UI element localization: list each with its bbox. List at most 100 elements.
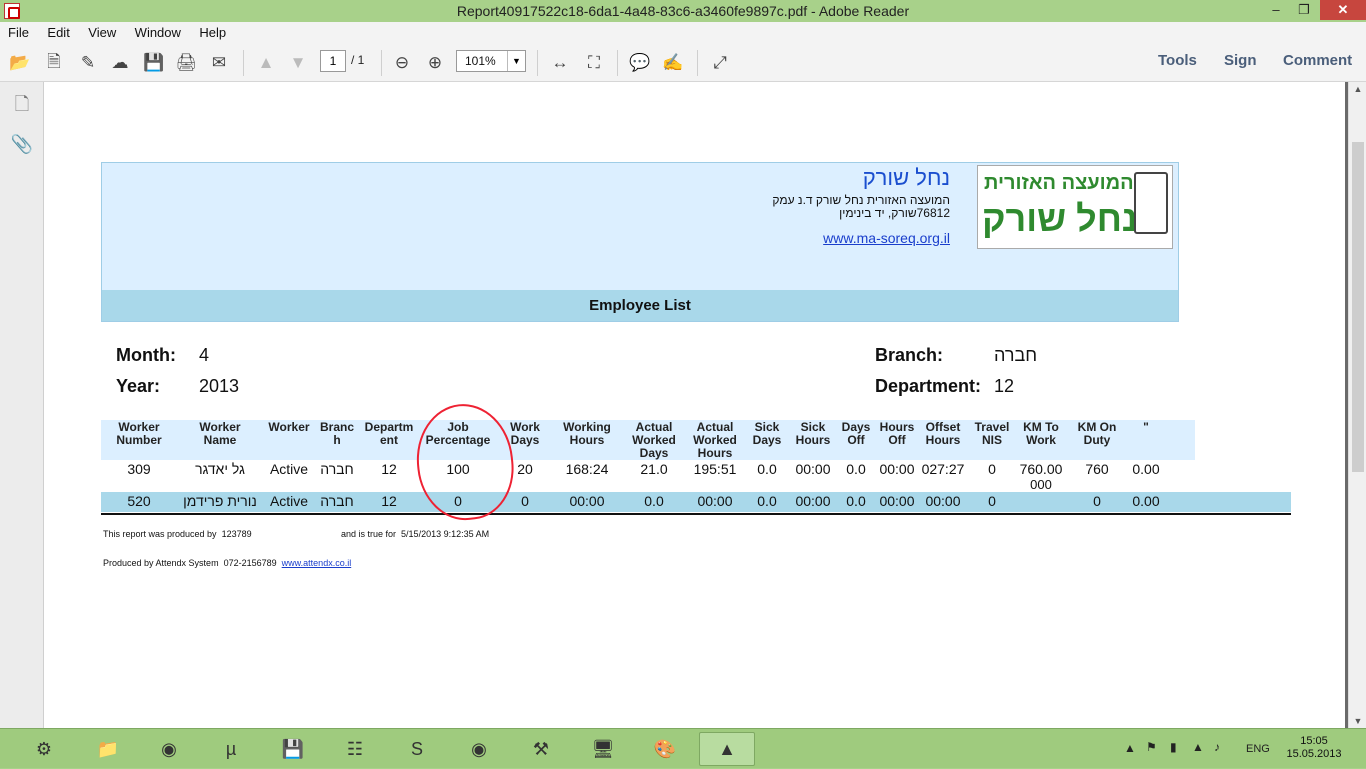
floppy-icon[interactable]: 💾 — [265, 732, 321, 766]
month-label: Month: — [116, 345, 176, 365]
window-title: Report40917522c18-6da1-4a48-83c6-a3460fe… — [456, 3, 910, 19]
zoom-value: 101% — [465, 54, 496, 68]
navigation-panel: 🗋 📎 — [0, 82, 44, 728]
full-screen-icon[interactable]: ⤢ — [708, 51, 732, 75]
edit-pdf-icon[interactable]: ✎ — [76, 51, 100, 75]
batman-icon[interactable]: ◉ — [451, 732, 507, 766]
year-label: Year: — [116, 376, 161, 396]
scroll-down-icon[interactable]: ▼ — [1349, 716, 1366, 726]
report-title-band: Employee List — [102, 290, 1178, 321]
table-cell: 12 — [381, 493, 397, 509]
column-header: Worker Number — [116, 420, 162, 447]
action-center-icon[interactable]: ⚑ — [1146, 740, 1157, 754]
create-pdf-icon[interactable]: 🗎 — [42, 51, 66, 75]
chevron-down-icon[interactable]: ▼ — [507, 51, 525, 71]
minimize-button[interactable]: – — [1262, 0, 1290, 20]
zoom-in-icon[interactable]: ⊕ — [423, 51, 447, 75]
tools-app-icon[interactable]: ⚒ — [513, 732, 569, 766]
file-explorer-icon[interactable]: 📁 — [80, 732, 136, 766]
department-label: Department: — [875, 376, 982, 396]
emblem-icon — [1134, 172, 1168, 234]
email-icon[interactable]: ✉ — [207, 51, 231, 75]
report-header: נחל שורק המועצה האזורית נחל שורק ד.נ עמק… — [101, 162, 1179, 322]
table-row: 520 נורית פרידמן Active חברה 12 0 0 00:00 0.0 00:… — [101, 492, 1291, 512]
menu-edit[interactable]: Edit — [47, 22, 69, 44]
adobe-reader-taskbar-icon[interactable]: ▲ — [699, 732, 755, 766]
footer-system: Produced by Attendx System 072-2156789 w… — [103, 558, 352, 568]
sign-button[interactable]: Sign — [1224, 52, 1257, 69]
scroll-up-icon[interactable]: ▲ — [1349, 84, 1366, 94]
start-icon[interactable]: ⚙ — [16, 732, 72, 766]
zoom-select[interactable]: 101% ▼ — [456, 50, 526, 72]
sticky-note-icon[interactable]: 💬 — [628, 51, 652, 75]
page-number-input[interactable]: 1 — [320, 50, 346, 72]
table-cell: 0.00 — [1132, 461, 1160, 477]
pages-icon[interactable]: 🗋 — [10, 92, 34, 116]
vertical-scrollbar[interactable]: ▲ ▼ — [1348, 82, 1366, 728]
logo-line1: המועצה האזורית — [984, 172, 1134, 194]
table-divider — [101, 513, 1291, 515]
volume-icon[interactable]: ♪ — [1214, 740, 1220, 754]
menu-window[interactable]: Window — [135, 22, 181, 44]
table-header: Worker Number Worker Name Worker Branc h Depart… — [101, 420, 1195, 460]
zoom-out-icon[interactable]: ⊖ — [390, 51, 414, 75]
footer-produced-by: This report was produced by 123789 — [103, 529, 252, 539]
tools-button[interactable]: Tools — [1158, 52, 1197, 69]
menu-file[interactable]: File — [8, 22, 29, 44]
menu-bar: File Edit View Window Help — [0, 22, 1366, 44]
scrollbar-thumb[interactable] — [1352, 142, 1364, 472]
print-icon[interactable]: 🖨 — [174, 51, 198, 75]
table-cell: גל יאדגר — [195, 461, 245, 477]
clock-time: 15:05 — [1300, 735, 1328, 747]
column-header: Worker Name — [199, 420, 241, 447]
language-indicator[interactable]: ENG — [1246, 743, 1270, 755]
table-cell: 0 — [988, 493, 996, 509]
tray-expand-icon[interactable]: ▲ — [1124, 741, 1136, 755]
menu-view[interactable]: View — [88, 22, 116, 44]
attendx-link[interactable]: www.attendx.co.il — [282, 558, 352, 568]
org-logo: המועצה האזורית נחל שורק — [977, 165, 1173, 249]
clock[interactable]: 15:05 15.05.2013 — [1282, 735, 1346, 761]
network-icon[interactable]: ☷ — [327, 732, 383, 766]
battery-icon[interactable]: ▮ — [1170, 740, 1177, 754]
table-cell: 520 — [127, 493, 151, 509]
attachments-icon[interactable]: 📎 — [10, 134, 34, 158]
utorrent-icon[interactable]: µ — [203, 732, 259, 766]
skype-icon[interactable]: S — [389, 732, 445, 766]
wifi-signal-icon[interactable]: ▲ — [1192, 740, 1204, 754]
fit-width-icon[interactable]: ↔ — [548, 51, 572, 75]
branch-label: Branch: — [875, 345, 944, 365]
month-value: 4 — [199, 345, 210, 365]
upload-cloud-icon[interactable]: ☁ — [108, 51, 132, 75]
document-area: נחל שורק המועצה האזורית נחל שורק ד.נ עמק… — [44, 82, 1348, 728]
table-cell: נורית פרידמן — [183, 493, 257, 509]
fit-page-icon[interactable]: ⛶ — [582, 51, 606, 75]
footer-true-for: and is true for 5/15/2013 9:12:35 AM — [341, 529, 490, 539]
chrome-icon[interactable]: ◉ — [141, 732, 197, 766]
maximize-button[interactable]: ❐ — [1290, 0, 1318, 20]
branch-value: חברה — [994, 345, 1038, 365]
previous-page-icon[interactable]: ▲ — [254, 51, 278, 75]
paint-icon[interactable]: 🎨 — [637, 732, 693, 766]
org-address-line1: המועצה האזורית נחל שורק ד.נ עמק — [772, 193, 950, 207]
page-total: / 1 — [351, 53, 365, 67]
table-cell: 0.00 — [1132, 493, 1160, 509]
clock-date: 15.05.2013 — [1286, 748, 1342, 760]
close-button[interactable]: ✕ — [1320, 0, 1366, 20]
open-file-icon[interactable]: 📂 — [8, 51, 32, 75]
org-website-link[interactable]: www.ma-soreq.org.il — [823, 230, 950, 246]
highlight-text-icon[interactable]: ✍ — [661, 51, 685, 75]
pdf-page: נחל שורק המועצה האזורית נחל שורק ד.נ עמק… — [44, 82, 1345, 728]
menu-help[interactable]: Help — [199, 22, 226, 44]
table-row: 309 גל יאדגר Active חברה 12 100 20 168:24 21.0 19… — [101, 460, 1291, 492]
save-icon[interactable]: 💾 — [142, 51, 166, 75]
org-address-line2: 76812שורק, יד בינימין — [839, 206, 950, 220]
year-value: 2013 — [199, 376, 240, 396]
title-bar: Report40917522c18-6da1-4a48-83c6-a3460fe… — [0, 0, 1366, 22]
org-name: נחל שורק — [862, 165, 950, 190]
comment-button[interactable]: Comment — [1283, 52, 1352, 69]
report-title: Employee List — [589, 297, 691, 314]
remote-desktop-icon[interactable]: 🖥 — [575, 732, 631, 766]
table-cell: 309 — [127, 461, 151, 477]
next-page-icon[interactable]: ▼ — [286, 51, 310, 75]
